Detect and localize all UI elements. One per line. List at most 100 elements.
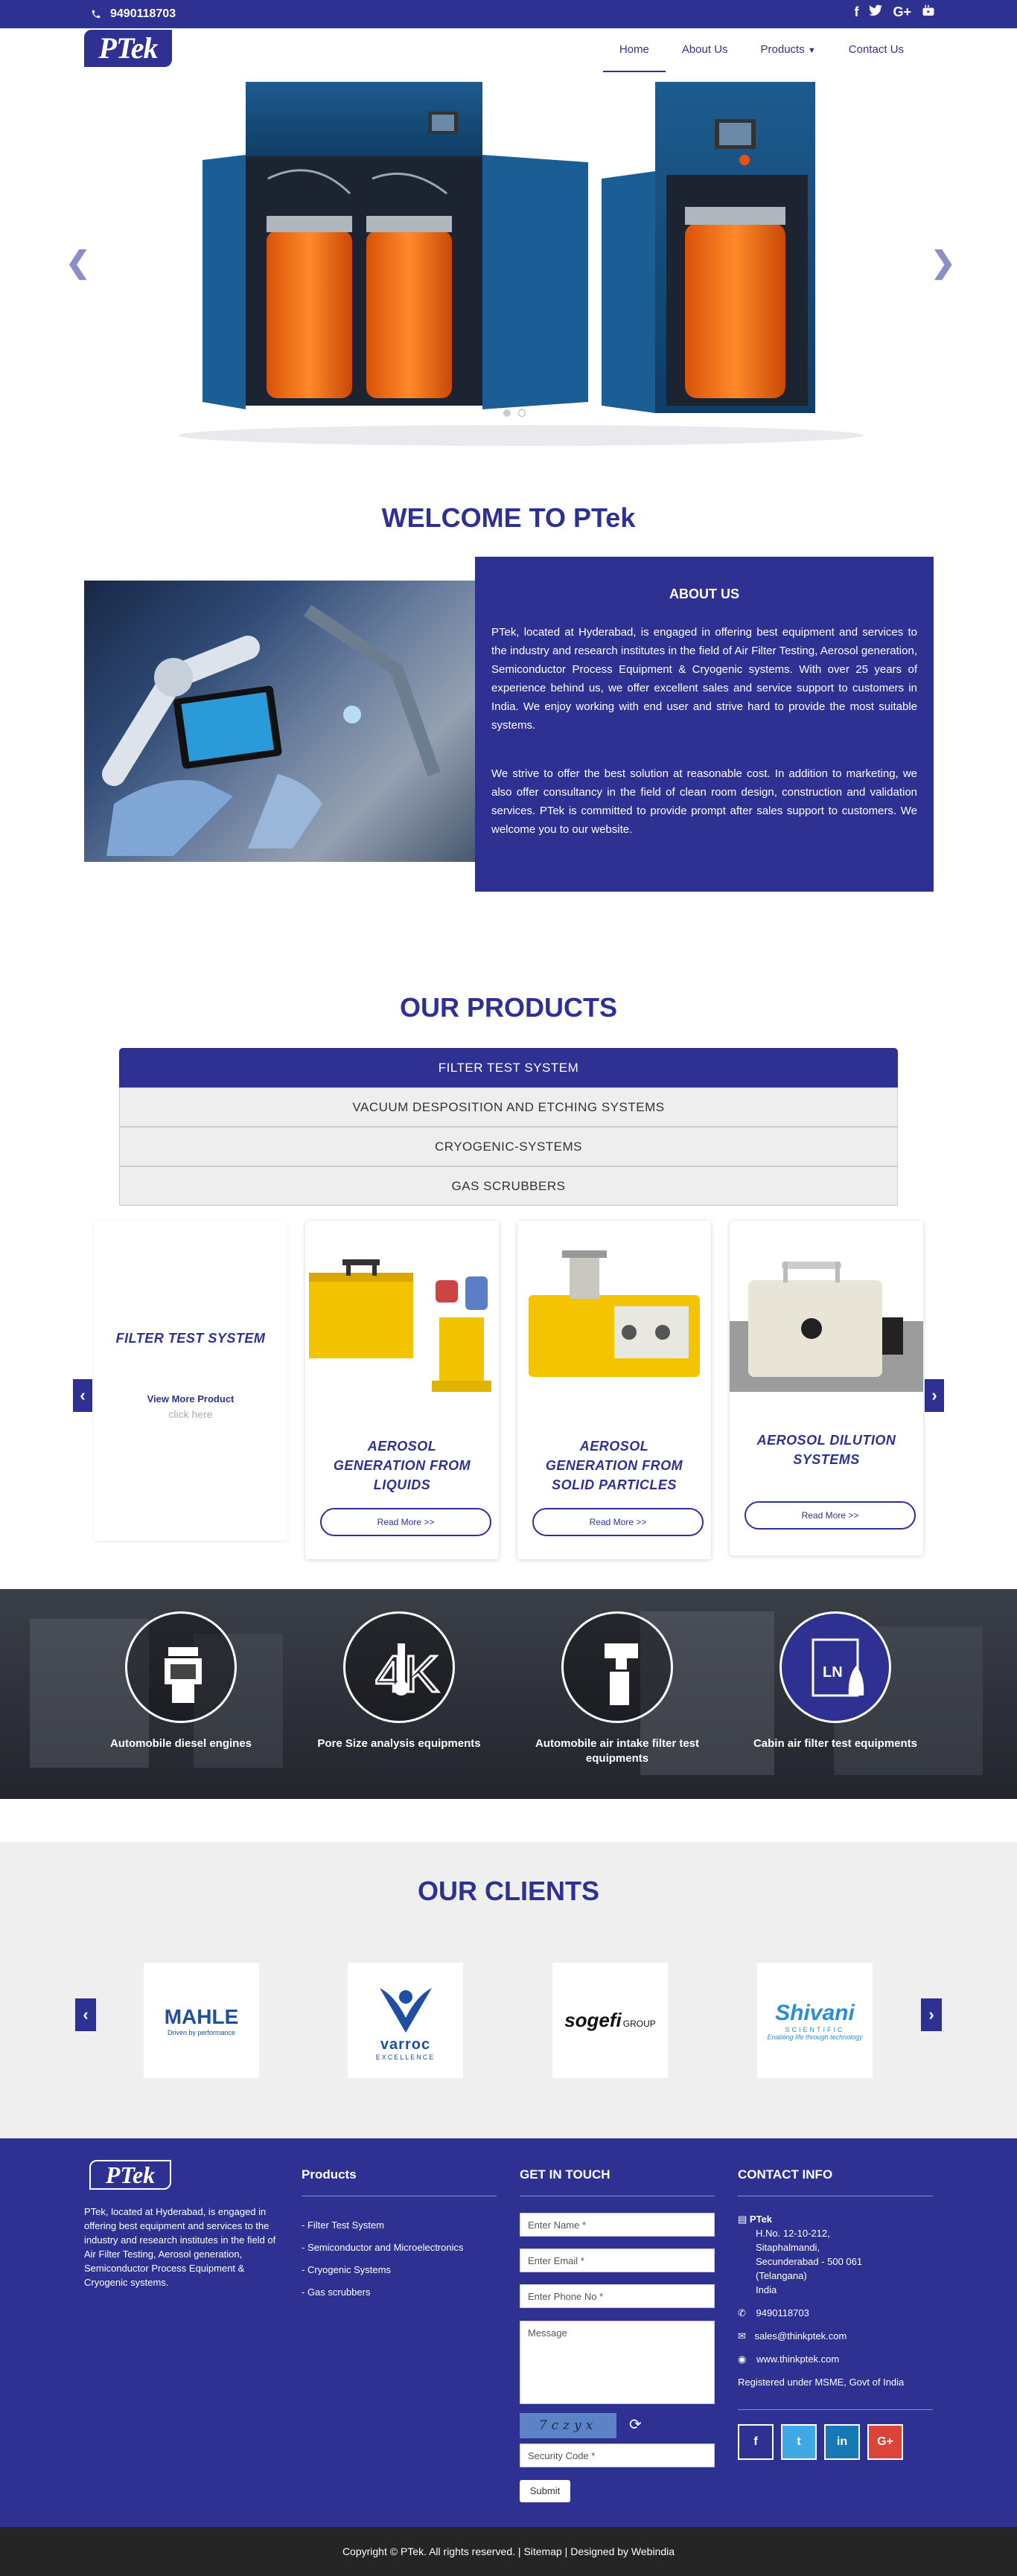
linkedin-button[interactable]: in	[824, 2424, 860, 2460]
clients-next-arrow[interactable]: ›	[921, 1998, 942, 2031]
twitter-icon[interactable]	[869, 4, 883, 22]
clients-title: OUR CLIENTS	[417, 1876, 599, 1906]
nav-products-label: Products	[760, 43, 805, 56]
about-us-box: ABOUT US PTek, located at Hyderabad, is …	[475, 557, 934, 892]
name-input[interactable]: Enter Name *	[520, 2213, 715, 2237]
card-title: AEROSOL GENERATION FROM SOLID PARTICLES	[545, 1439, 683, 1492]
address-line: H.No. 12-10-212,	[756, 2228, 830, 2239]
client-mahle[interactable]: MAHLE Driven by performance	[144, 1963, 259, 2078]
thermometer-4k-icon: 4K	[374, 1643, 440, 1704]
topbar-social: f G+	[854, 4, 935, 22]
tab-cryogenic-systems[interactable]: CRYOGENIC-SYSTEMS	[119, 1127, 898, 1166]
product-image	[730, 1262, 923, 1392]
footer-product-link[interactable]: - Filter Test System	[302, 2214, 463, 2237]
message-textarea[interactable]: Message	[520, 2321, 715, 2404]
footer-divider	[738, 2409, 933, 2410]
welcome-title: WELCOME TO PTek	[381, 502, 636, 533]
captcha-refresh-icon[interactable]: ⟳	[629, 2415, 642, 2434]
sitemap-link[interactable]: Sitemap	[523, 2545, 561, 2557]
client-tag: EXCELLENCE	[375, 2053, 436, 2061]
contact-email[interactable]: sales@thinkptek.com	[755, 2330, 847, 2342]
view-more-link[interactable]: View More Product	[94, 1393, 287, 1404]
submit-button[interactable]: Submit	[520, 2480, 570, 2502]
youtube-icon[interactable]	[922, 4, 935, 22]
twitter-button[interactable]: t	[781, 2424, 817, 2460]
security-code-input[interactable]: Security Code *	[520, 2444, 715, 2467]
about-us-paragraph-1: PTek, located at Hyderabad, is engaged i…	[491, 626, 917, 732]
slider-prev-arrow[interactable]: ❮	[66, 246, 91, 280]
product-card-aerosol-solid[interactable]: AEROSOL GENERATION FROM SOLID PARTICLES …	[517, 1221, 711, 1559]
email-input[interactable]: Enter Email *	[520, 2249, 715, 2272]
phone-icon	[92, 10, 101, 19]
app-label: Cabin air filter test equipments	[753, 1737, 918, 1750]
read-more-button[interactable]: Read More >>	[320, 1508, 491, 1536]
google-plus-icon[interactable]: G+	[893, 4, 911, 22]
footer-logo[interactable]: PTek	[89, 2160, 171, 2190]
google-plus-button[interactable]: G+	[867, 2424, 903, 2460]
robot-tablet-illustration	[84, 581, 476, 862]
client-varroc[interactable]: varroc EXCELLENCE	[348, 1963, 463, 2078]
footer-social: f t in G+	[738, 2424, 903, 2460]
phone-input[interactable]: Enter Phone No *	[520, 2284, 715, 2308]
contact-address: H.No. 12-10-212, Sitaphalmandi, Secunder…	[738, 2226, 904, 2297]
products-prev-arrow[interactable]: ‹	[73, 1379, 92, 1412]
slider-next-arrow[interactable]: ❯	[931, 246, 956, 280]
product-card-filter-test[interactable]: FILTER TEST SYSTEM View More Product cli…	[94, 1221, 287, 1541]
products-next-arrow[interactable]: ›	[925, 1379, 944, 1412]
main-nav: Home About Us Products ▼ Contact Us	[602, 37, 920, 72]
read-more-button[interactable]: Read More >>	[532, 1508, 704, 1536]
address-line: (Telangana)	[756, 2270, 807, 2281]
tab-vacuum-deposition[interactable]: VACUUM DESPOSITION AND ETCHING SYSTEMS	[119, 1087, 898, 1127]
building-icon: ▤	[738, 2214, 747, 2225]
read-more-button[interactable]: Read More >>	[745, 1501, 916, 1530]
footer-product-link[interactable]: - Cryogenic Systems	[302, 2259, 463, 2281]
client-tag2: Enabling life through technology	[767, 2033, 863, 2041]
app-air-intake[interactable]: Automobile air intake filter test equipm…	[513, 1611, 721, 1766]
varroc-emblem	[379, 1987, 432, 2033]
app-pore-size[interactable]: 4K Pore Size analysis equipments	[295, 1611, 503, 1751]
contact-website[interactable]: www.thinkptek.com	[756, 2353, 839, 2365]
client-shivani[interactable]: Shivani SCIENTIFIC Enabling life through t…	[757, 1963, 873, 2078]
globe-icon: ◉	[738, 2353, 747, 2365]
svg-text:4K: 4K	[375, 1645, 439, 1703]
topbar-phone-text: 9490118703	[110, 7, 176, 20]
slider-dot[interactable]	[503, 409, 511, 417]
contact-phone[interactable]: 9490118703	[756, 2307, 809, 2318]
footer-product-link[interactable]: - Semiconductor and Microelectronics	[302, 2237, 463, 2259]
client-tag: GROUP	[622, 2019, 656, 2029]
click-here-link[interactable]: click here	[94, 1408, 287, 1420]
copyright-text: Copyright © PTek. All rights reserved.	[342, 2545, 516, 2557]
client-tag: SCIENTIFIC	[785, 2025, 845, 2033]
footer-product-link[interactable]: - Gas scrubbers	[302, 2281, 463, 2304]
ln2-icon: LN	[812, 1638, 864, 1697]
product-card-aerosol-liquids[interactable]: AEROSOL GENERATION FROM LIQUIDS Read Mor…	[305, 1221, 499, 1559]
client-tag: Driven by performance	[167, 2028, 236, 2036]
facebook-button[interactable]: f	[738, 2424, 774, 2460]
card-title: AEROSOL GENERATION FROM LIQUIDS	[333, 1439, 471, 1492]
slider-dot-active[interactable]	[518, 409, 526, 417]
tab-filter-test-system[interactable]: FILTER TEST SYSTEM	[119, 1048, 898, 1087]
tab-gas-scrubbers[interactable]: GAS SCRUBBERS	[119, 1166, 898, 1206]
footer-products-list: - Filter Test System - Semiconductor and…	[302, 2214, 463, 2304]
caret-down-icon: ▼	[807, 46, 816, 55]
designed-by-link[interactable]: Designed by Webindia	[570, 2545, 675, 2557]
nav-home[interactable]: Home	[602, 37, 666, 72]
nav-contact-us[interactable]: Contact Us	[832, 37, 920, 72]
site-logo[interactable]: PTek	[84, 30, 172, 67]
app-cabin-air[interactable]: LN Cabin air filter test equipments	[731, 1611, 940, 1751]
product-card-aerosol-dilution[interactable]: AEROSOL DILUTION SYSTEMS Read More >>	[730, 1221, 923, 1556]
phone-icon: ✆	[738, 2307, 746, 2318]
topbar-phone[interactable]: 9490118703	[91, 7, 176, 21]
clients-prev-arrow[interactable]: ‹	[75, 1998, 96, 2031]
facebook-icon[interactable]: f	[854, 4, 858, 22]
nav-about-us[interactable]: About Us	[666, 37, 745, 72]
footer-about-text: PTek, located at Hyderabad, is engaged i…	[84, 2206, 276, 2288]
client-logo-mahle: MAHLE	[164, 2004, 239, 2028]
app-diesel-engines[interactable]: Automobile diesel engines	[77, 1611, 285, 1751]
about-image	[84, 581, 476, 862]
about-us-paragraph-2: We strive to offer the best solution at …	[491, 767, 917, 836]
client-logo-sogefi: sogefi	[564, 2009, 622, 2031]
nav-products[interactable]: Products ▼	[745, 37, 832, 72]
footer-touch-title: GET IN TOUCH	[520, 2167, 610, 2182]
client-sogefi[interactable]: sogefi GROUP	[552, 1963, 668, 2078]
